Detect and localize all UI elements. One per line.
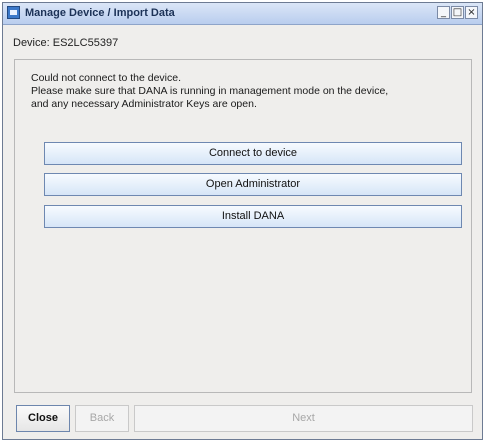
content-panel: Could not connect to the device. Please … <box>14 59 472 393</box>
device-id: ES2LC55397 <box>52 37 119 49</box>
device-label: Device: <box>13 37 50 49</box>
status-message: Could not connect to the device. Please … <box>31 72 467 111</box>
close-icon[interactable]: × <box>465 6 478 19</box>
connect-to-device-button[interactable]: Connect to device <box>44 142 462 165</box>
device-info: Device: ES2LC55397 <box>13 37 118 49</box>
message-line-3: and any necessary Administrator Keys are… <box>31 98 257 110</box>
window-title: Manage Device / Import Data <box>25 7 175 19</box>
back-button[interactable]: Back <box>75 405 129 432</box>
message-line-2: Please make sure that DANA is running in… <box>31 85 389 97</box>
next-button[interactable]: Next <box>134 405 473 432</box>
manage-device-window: Manage Device / Import Data _ □ × Device… <box>2 2 483 440</box>
message-line-1: Could not connect to the device. <box>31 72 182 84</box>
install-dana-button[interactable]: Install DANA <box>44 205 462 228</box>
maximize-icon[interactable]: □ <box>451 6 464 19</box>
open-administrator-button[interactable]: Open Administrator <box>44 173 462 196</box>
minimize-icon[interactable]: _ <box>437 6 450 19</box>
title-bar[interactable]: Manage Device / Import Data _ □ × <box>3 3 482 25</box>
window-controls: _ □ × <box>437 6 478 19</box>
close-button[interactable]: Close <box>16 405 70 432</box>
app-icon <box>7 6 20 19</box>
